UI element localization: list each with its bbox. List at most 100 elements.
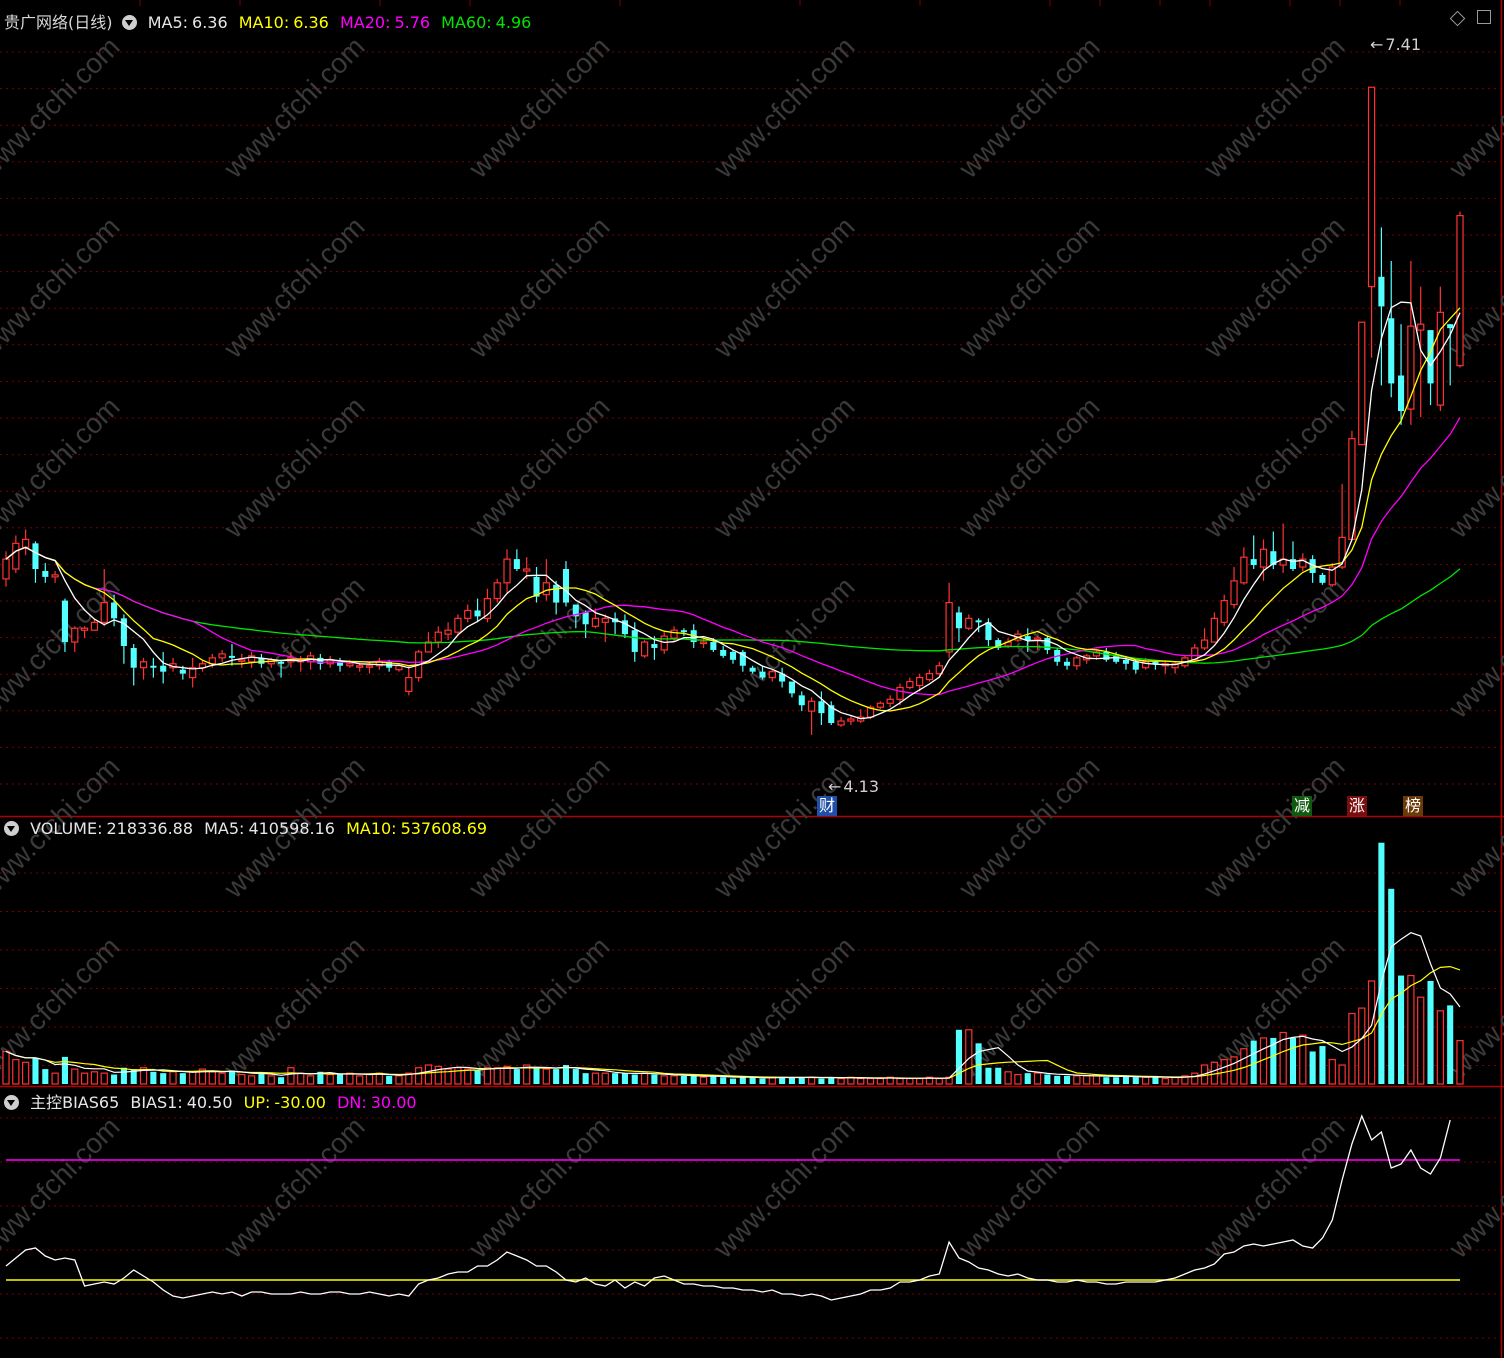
- volume-bar: [837, 1077, 845, 1085]
- volume-bar: [32, 1058, 39, 1084]
- volume-bar: [660, 1075, 668, 1085]
- volume-bar: [238, 1073, 246, 1085]
- candle-body: [238, 659, 246, 662]
- candle: [483, 588, 492, 623]
- candle-body: [150, 665, 157, 668]
- volume-bar: [612, 1073, 619, 1084]
- candle-body: [2, 558, 10, 580]
- candle-body: [818, 701, 825, 714]
- candle: [1388, 261, 1395, 398]
- event-badge-cai[interactable]: 财: [817, 796, 837, 816]
- volume-bar: [71, 1068, 79, 1085]
- volume-bar: [111, 1074, 118, 1084]
- watermark-text: www.cfchi.com: [1442, 751, 1504, 905]
- volume-bar: [386, 1075, 393, 1084]
- volume-bar: [160, 1073, 167, 1084]
- volume-bar: [553, 1069, 560, 1084]
- volume-bar: [866, 1077, 875, 1085]
- candle: [680, 628, 687, 637]
- candle-body: [474, 610, 481, 617]
- volume-bar: [591, 1072, 600, 1085]
- volume-bar: [100, 1072, 108, 1085]
- ma20-label: MA20:: [339, 13, 391, 32]
- watermark-text: www.cfchi.com: [462, 931, 616, 1085]
- volume-bar: [690, 1075, 697, 1084]
- volume-bar: [1191, 1072, 1199, 1085]
- candle: [42, 563, 49, 583]
- vol-ma5-label: MA5:: [204, 819, 245, 838]
- volume-bar: [306, 1075, 315, 1085]
- bias-dropdown-icon[interactable]: [4, 1095, 19, 1110]
- candle: [1328, 563, 1336, 587]
- candle-body: [768, 671, 776, 679]
- candle: [1378, 227, 1385, 386]
- candle: [670, 626, 678, 643]
- watermark-text: www.cfchi.com: [1442, 1111, 1504, 1265]
- candle-body: [680, 630, 687, 633]
- stock-chart[interactable]: www.cfchi.com www.cfchi.com www.cfchi.com w…: [0, 0, 1504, 1358]
- candle-body: [1044, 638, 1051, 650]
- watermark-text: www.cfchi.com: [707, 31, 861, 185]
- volume-bar: [208, 1071, 216, 1085]
- volume-bar: [326, 1073, 334, 1085]
- volume-bar: [247, 1075, 256, 1085]
- candle-body: [278, 661, 285, 664]
- candle: [562, 561, 570, 607]
- volume-dropdown-icon[interactable]: [4, 821, 19, 836]
- event-badge-bang[interactable]: 榜: [1403, 796, 1423, 816]
- stock-title[interactable]: 贵广网络(日线): [4, 13, 113, 32]
- volume-bar: [1073, 1075, 1081, 1085]
- volume-bar: [935, 1077, 943, 1085]
- ma5-label: MA5:: [147, 13, 189, 32]
- candle: [218, 649, 226, 662]
- candle: [621, 614, 628, 639]
- volume-bar: [189, 1071, 197, 1085]
- candle: [837, 717, 845, 727]
- event-badge-jian[interactable]: 减: [1292, 796, 1312, 816]
- volume-bar: [1083, 1075, 1091, 1085]
- volume-bar: [1132, 1077, 1139, 1084]
- maximize-icon[interactable]: [1477, 10, 1491, 24]
- volume-bar: [2, 1050, 10, 1085]
- volume-bar: [22, 1061, 30, 1085]
- volume-bar: [336, 1074, 344, 1084]
- candle: [1210, 612, 1219, 643]
- volume-bar: [1348, 1012, 1356, 1085]
- candle-body: [1122, 659, 1130, 664]
- candle: [1279, 523, 1287, 573]
- volume-bar: [1033, 1072, 1042, 1085]
- candle-body: [61, 600, 68, 643]
- volume-bar: [710, 1075, 717, 1084]
- volume-bar: [1054, 1075, 1061, 1084]
- bias-indicator-name[interactable]: 主控BIAS65: [30, 1093, 119, 1112]
- candle: [120, 614, 127, 664]
- candle-body: [670, 629, 678, 639]
- candle-body: [749, 667, 756, 672]
- dn-label: DN:: [337, 1093, 367, 1112]
- chart-canvas[interactable]: www.cfchi.com www.cfchi.com www.cfchi.com w…: [0, 0, 1504, 1358]
- candle-body: [405, 676, 413, 693]
- volume-bar: [287, 1067, 295, 1085]
- watermark-text: www.cfchi.com: [707, 931, 861, 1085]
- candle-body: [651, 644, 658, 648]
- volume-bar: [1378, 842, 1385, 1084]
- volume-bar: [995, 1067, 1002, 1084]
- candle-body: [1398, 375, 1405, 412]
- volume-bar: [828, 1077, 835, 1084]
- candle-body: [553, 584, 560, 603]
- candle: [1398, 324, 1405, 425]
- watermark-text: www.cfchi.com: [1442, 571, 1504, 725]
- high-price-annotation: ← 7.41: [1370, 35, 1422, 54]
- candle-body: [444, 629, 452, 635]
- candle-body: [788, 681, 795, 694]
- candle-body: [591, 617, 600, 627]
- dropdown-icon[interactable]: [121, 15, 137, 30]
- candle-body: [1200, 639, 1209, 649]
- volume-bar: [955, 1029, 963, 1084]
- vol-ma5-value: 410598.16: [248, 819, 335, 838]
- candle: [434, 626, 442, 648]
- candle-body: [218, 653, 226, 659]
- candle-body: [139, 661, 148, 669]
- event-badge-zhang[interactable]: 涨: [1347, 796, 1367, 816]
- watermark-text: www.cfchi.com: [707, 1111, 861, 1265]
